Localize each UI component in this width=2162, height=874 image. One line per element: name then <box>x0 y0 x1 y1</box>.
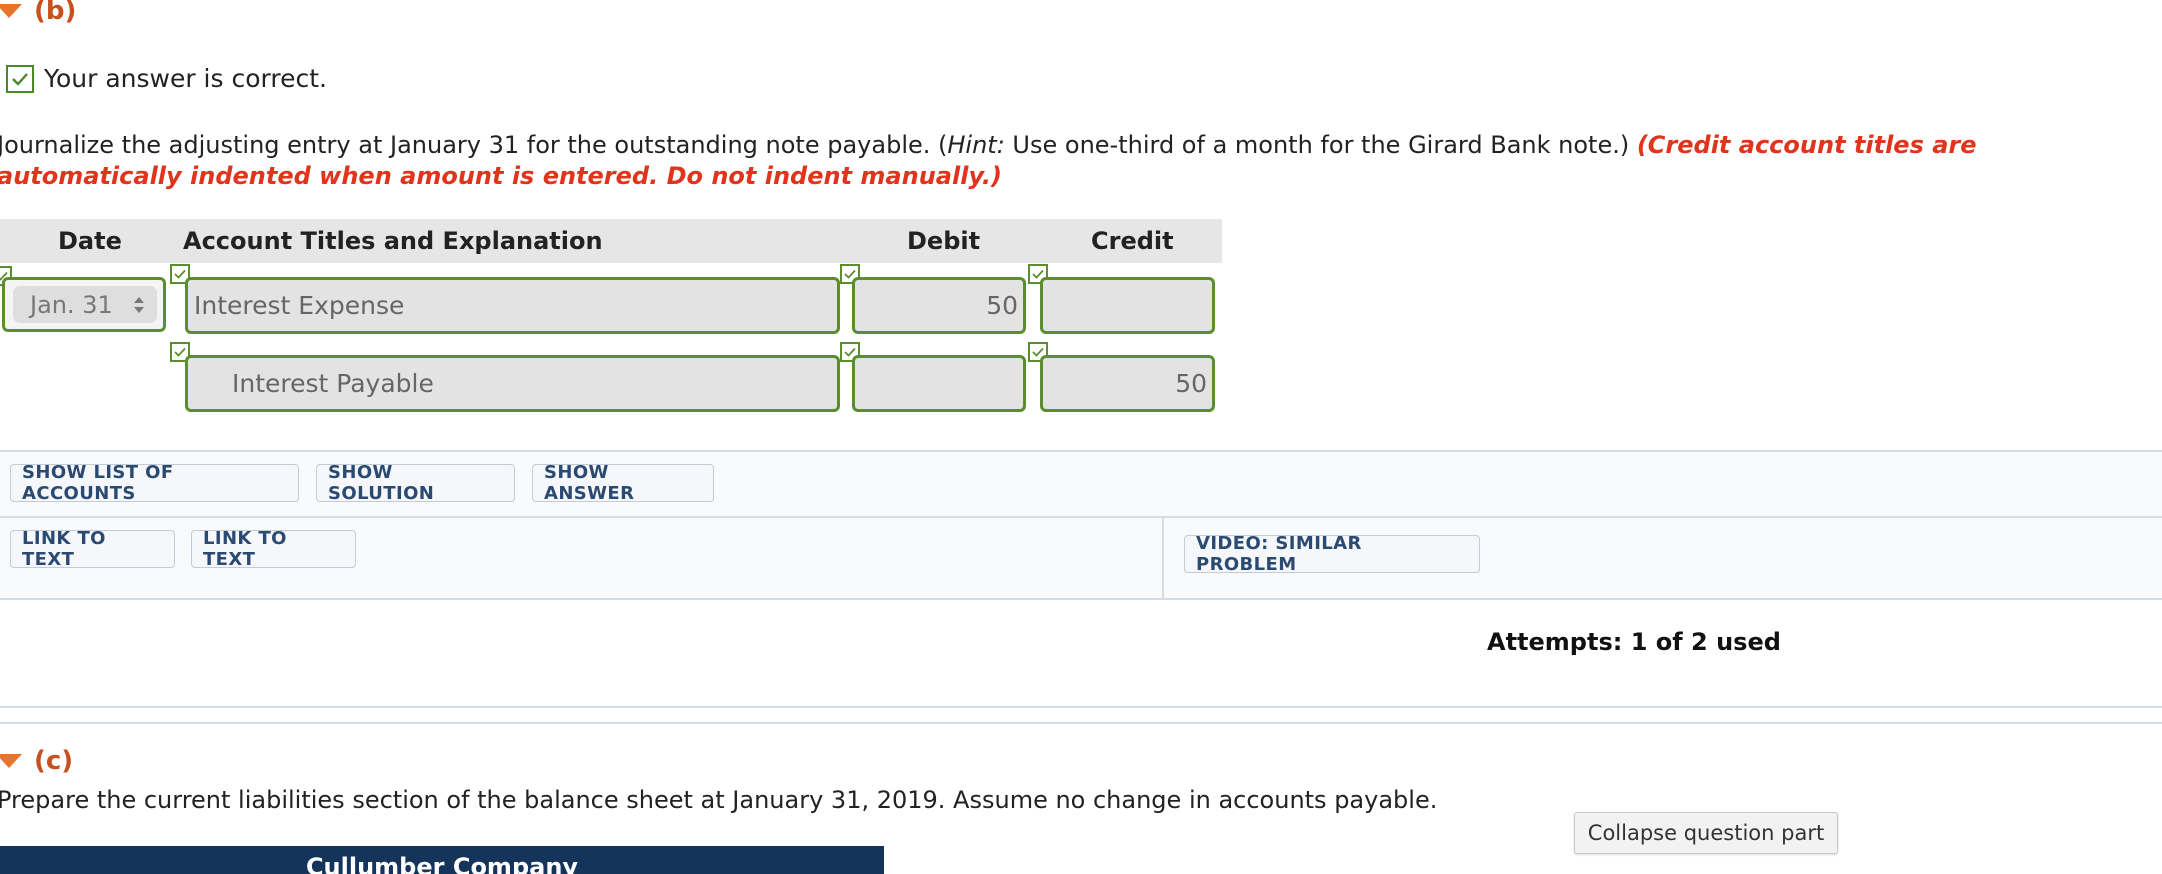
answer-status: Your answer is correct. <box>6 64 327 93</box>
hint-label: Hint: <box>947 131 1005 159</box>
status-text: Your answer is correct. <box>44 64 327 93</box>
date-value: Jan. 31 <box>30 290 113 319</box>
col-date: Date <box>58 227 122 255</box>
part-c-toggle[interactable]: (c) <box>0 746 73 776</box>
credit-value: 50 <box>1175 369 1207 398</box>
select-arrows-icon <box>134 297 144 313</box>
debit-input[interactable]: 50 <box>852 277 1026 334</box>
collapse-triangle-icon <box>0 754 22 768</box>
debit-input[interactable] <box>852 355 1026 412</box>
divider <box>0 598 2162 600</box>
collapse-triangle-icon <box>0 4 22 18</box>
part-b-label: (b) <box>34 0 77 26</box>
debit-value: 50 <box>986 291 1018 320</box>
part-c-instruction: Prepare the current liabilities section … <box>0 786 1438 814</box>
hint-text: Use one-third of a month for the Girard … <box>1004 131 1637 159</box>
divider <box>0 706 2162 708</box>
date-select[interactable]: Jan. 31 <box>2 277 166 332</box>
link-to-text-button[interactable]: LINK TO TEXT <box>191 528 356 570</box>
check-icon <box>6 64 34 93</box>
part-b-toggle[interactable]: (b) <box>0 0 76 26</box>
col-account: Account Titles and Explanation <box>183 227 603 255</box>
col-debit: Debit <box>907 227 981 255</box>
company-header-bar: Cullumber Company <box>0 846 884 874</box>
show-solution-button[interactable]: SHOW SOLUTION <box>316 462 515 504</box>
collapse-tooltip: Collapse question part <box>1574 812 1838 854</box>
col-credit: Credit <box>1091 227 1174 255</box>
divider <box>0 722 2162 724</box>
credit-input[interactable] <box>1040 277 1215 334</box>
part-c-label: (c) <box>34 746 74 776</box>
credit-input[interactable]: 50 <box>1040 355 1215 412</box>
company-name: Cullumber Company <box>305 853 579 874</box>
show-list-of-accounts-button[interactable]: SHOW LIST OF ACCOUNTS <box>10 462 299 504</box>
journal-table-header: Date Account Titles and Explanation Debi… <box>0 219 1222 263</box>
account-value: Interest Expense <box>194 291 405 320</box>
divider <box>1162 518 1164 598</box>
date-select-pill: Jan. 31 <box>13 286 157 323</box>
instruction-text: Journalize the adjusting entry at Januar… <box>0 131 948 159</box>
account-title-input[interactable]: Interest Payable <box>185 355 840 412</box>
part-b-instruction: Journalize the adjusting entry at Januar… <box>0 130 2097 192</box>
account-value: Interest Payable <box>232 369 434 398</box>
indent-note-line2: automatically indented when amount is en… <box>0 162 1002 190</box>
indent-note-line1: (Credit account titles are <box>1636 131 1977 159</box>
attempts-counter: Attempts: 1 of 2 used <box>1487 628 1781 656</box>
account-title-input[interactable]: Interest Expense <box>185 277 840 334</box>
link-to-text-button[interactable]: LINK TO TEXT <box>10 528 175 570</box>
video-similar-problem-button[interactable]: VIDEO: SIMILAR PROBLEM <box>1184 533 1480 575</box>
show-answer-button[interactable]: SHOW ANSWER <box>532 462 714 504</box>
